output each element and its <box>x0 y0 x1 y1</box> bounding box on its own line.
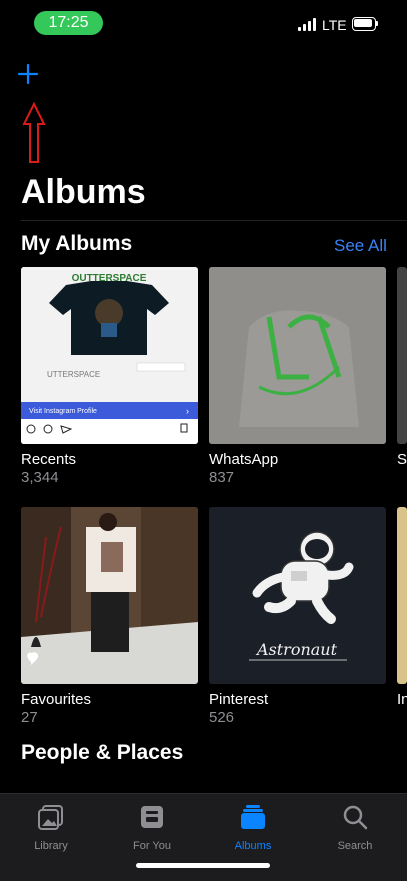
svg-text:Visit Instagram Profile: Visit Instagram Profile <box>29 408 97 415</box>
home-indicator[interactable] <box>136 863 270 868</box>
network-type: LTE <box>322 17 347 33</box>
album-name-whatsapp: WhatsApp <box>209 451 279 468</box>
page-title: Albums <box>21 173 146 211</box>
album-name-pinterest: Pinterest <box>209 691 269 708</box>
title-divider <box>21 220 407 221</box>
tab-search-label: Search <box>337 840 373 852</box>
svg-text:UTTERSPACE: UTTERSPACE <box>47 370 100 379</box>
tab-library-label: Library <box>34 840 68 852</box>
my-albums-heading: My Albums <box>21 232 133 255</box>
album-count-pinterest: 526 <box>209 709 235 726</box>
tab-search[interactable]: Search <box>315 802 395 852</box>
pinterest-cover-image: Astronaut <box>209 507 386 684</box>
album-cover-favourites[interactable] <box>21 507 198 684</box>
album-cover-partial-1[interactable] <box>397 267 407 444</box>
add-album-button[interactable] <box>14 60 42 88</box>
tab-albums[interactable]: Albums <box>213 802 293 852</box>
albums-icon <box>241 805 265 829</box>
album-cover-partial-2[interactable] <box>397 507 407 684</box>
album-count-recents: 3,344 <box>21 469 59 486</box>
red-arrow-annotation-icon <box>22 102 46 163</box>
svg-text:Astronaut: Astronaut <box>255 640 338 659</box>
for-you-icon <box>141 806 163 828</box>
library-icon <box>38 805 63 830</box>
album-cover-whatsapp[interactable] <box>209 267 386 444</box>
album-name-favourites: Favourites <box>21 691 92 708</box>
search-icon <box>343 805 368 830</box>
album-count-favourites: 27 <box>21 709 38 726</box>
album-name-recents: Recents <box>21 451 77 468</box>
tab-for-you[interactable]: For You <box>112 802 192 852</box>
recents-cover-image: OUTTERSPACE UTTERSPACE Visit Instagram P… <box>21 267 198 444</box>
album-name-partial-1: S <box>397 451 407 468</box>
tab-albums-label: Albums <box>234 840 272 852</box>
status-time: 17:25 <box>34 11 103 35</box>
album-name-partial-2: In <box>397 691 407 708</box>
favourites-cover-image <box>21 507 198 684</box>
see-all-link[interactable]: See All <box>334 236 387 256</box>
people-places-heading: People & Places <box>21 741 184 764</box>
battery-icon <box>352 17 378 31</box>
whatsapp-cover-image <box>209 267 386 444</box>
album-cover-recents[interactable]: OUTTERSPACE UTTERSPACE Visit Instagram P… <box>21 267 198 444</box>
tab-for-you-label: For You <box>133 840 171 852</box>
album-cover-pinterest[interactable]: Astronaut <box>209 507 386 684</box>
album-count-whatsapp: 837 <box>209 469 235 486</box>
tab-library[interactable]: Library <box>11 802 91 852</box>
plus-icon <box>17 63 39 85</box>
cellular-signal-icon <box>298 17 316 31</box>
svg-text:›: › <box>186 406 189 416</box>
